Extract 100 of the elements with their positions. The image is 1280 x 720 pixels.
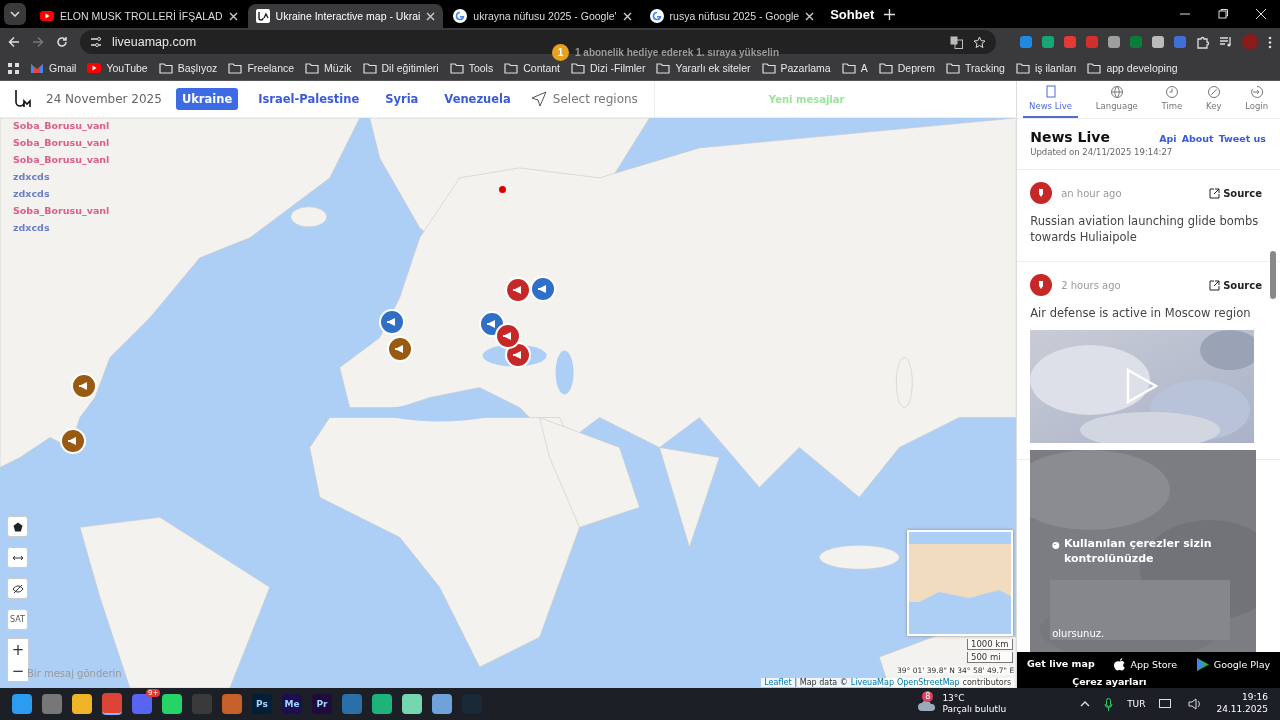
draw-polygon-button[interactable]: [7, 516, 28, 537]
app-tile[interactable]: Me: [282, 694, 302, 714]
bookmark[interactable]: Dil eğitimleri: [362, 62, 439, 74]
reload-icon[interactable]: [56, 36, 68, 48]
chat-username: zdxcds: [13, 188, 51, 199]
speaker-icon[interactable]: [1188, 698, 1203, 710]
panel-tab[interactable]: Time: [1155, 81, 1189, 118]
star-icon[interactable]: [973, 35, 986, 49]
panel-tab[interactable]: Language: [1089, 81, 1144, 118]
site-settings-icon[interactable]: [90, 36, 102, 48]
region-tab[interactable]: Syria: [379, 88, 425, 110]
attribution-text: | Map data ©: [794, 678, 848, 688]
bookmark[interactable]: YouTube: [87, 62, 148, 74]
news-text[interactable]: Russian aviation launching glide bombs towards Huliaipole: [1030, 214, 1262, 246]
source-link[interactable]: Source: [1209, 187, 1262, 199]
app-tile[interactable]: Pr: [312, 694, 332, 714]
bookmark[interactable]: iş ilanları: [1015, 62, 1077, 74]
alert-badge: 8: [922, 691, 934, 702]
region-tab[interactable]: Israel-Palestine: [252, 88, 366, 110]
apps-icon[interactable]: [8, 62, 19, 74]
attribution-link[interactable]: OpenStreetMap: [897, 678, 960, 688]
clock[interactable]: 19:16 24.11.2025: [1216, 692, 1268, 716]
bookmark[interactable]: Tracking: [946, 62, 1005, 74]
chevron-up-icon[interactable]: [1080, 701, 1091, 707]
bookmark[interactable]: Müzik: [305, 62, 352, 74]
chat-title: Sohbet: [829, 6, 876, 22]
extension-icon[interactable]: [1064, 36, 1076, 48]
temperature: 13°C: [942, 693, 966, 704]
browser-tab[interactable]: rusya nüfusu 2025 - Google: [641, 4, 823, 28]
region-tab[interactable]: Ukraine: [175, 88, 239, 110]
bookmark[interactable]: Tools: [449, 62, 494, 74]
language-indicator[interactable]: TUR: [1127, 699, 1146, 709]
source-link[interactable]: Source: [1209, 279, 1262, 291]
megaphone-icon: [386, 317, 398, 327]
megaphone-icon: [486, 319, 498, 329]
panel-link[interactable]: About: [1181, 133, 1214, 144]
extension-icon[interactable]: [1108, 36, 1120, 48]
app-tile[interactable]: Ps: [252, 694, 272, 714]
panel-tab[interactable]: Key: [1200, 81, 1228, 118]
bookmark[interactable]: app developing: [1087, 62, 1178, 74]
app-store-button[interactable]: App Store: [1114, 658, 1178, 672]
app-bar-label: Get live map: [1027, 658, 1095, 670]
attribution-link[interactable]: LiveuaMap: [850, 678, 894, 688]
browser-tab[interactable]: Ukraine Interactive map - Ukrai: [247, 4, 444, 28]
cookie-title: Kullanılan çerezler sizin kontrolünüzde: [1063, 535, 1213, 568]
cookie-icon: [1052, 539, 1060, 551]
bookmark[interactable]: Contant: [504, 62, 560, 74]
panel-tab[interactable]: News Live: [1023, 81, 1079, 118]
measure-button[interactable]: [7, 547, 28, 568]
media-icon[interactable]: [1219, 36, 1232, 48]
tab-list-button[interactable]: [4, 3, 26, 25]
menu-icon[interactable]: [1268, 35, 1272, 49]
bookmark[interactable]: Freelance: [228, 62, 295, 74]
bookmark[interactable]: Gmail: [30, 62, 77, 74]
close-icon[interactable]: [622, 11, 632, 21]
panel-link[interactable]: Tweet us: [1218, 133, 1266, 144]
youtube-icon: [40, 11, 54, 21]
news-text[interactable]: Air defense is active in Moscow region: [1030, 306, 1262, 322]
bookmark[interactable]: Dizi -Filmler: [571, 62, 646, 74]
back-icon[interactable]: [8, 36, 20, 48]
weather-widget[interactable]: 8 13°C Parçalı bulutlu: [918, 693, 1007, 715]
browser-tab[interactable]: ukrayna nüfusu 2025 - Google': [445, 4, 640, 28]
site-logo-icon[interactable]: [14, 89, 32, 109]
puzzle-icon[interactable]: [1196, 35, 1209, 49]
panel-link[interactable]: Api: [1159, 133, 1177, 144]
restore-icon[interactable]: [1218, 9, 1228, 19]
hide-button[interactable]: [7, 578, 28, 599]
scrollbar[interactable]: [1270, 251, 1276, 299]
pentagon-icon: [12, 521, 23, 532]
event-dot[interactable]: [499, 186, 506, 193]
translate-icon[interactable]: [950, 35, 963, 49]
panel-tab[interactable]: Login: [1239, 81, 1275, 118]
new-tab-icon[interactable]: [884, 8, 896, 20]
close-icon[interactable]: [228, 11, 238, 21]
close-icon[interactable]: [426, 11, 436, 21]
google-play-button[interactable]: Google Play: [1196, 658, 1271, 672]
bookmark[interactable]: Deprem: [878, 62, 936, 74]
globe-icon: [1109, 85, 1124, 99]
leaflet-link[interactable]: Leaflet: [764, 678, 792, 688]
microphone-icon[interactable]: [1104, 697, 1114, 711]
play-store-icon: [1196, 658, 1209, 672]
scale-bar: 500 mi: [967, 652, 1013, 663]
bookmark[interactable]: Başlıyoz: [158, 62, 218, 74]
close-icon[interactable]: [1256, 9, 1266, 19]
cookie-settings-link[interactable]: Çerez ayarları: [1072, 676, 1147, 688]
extension-icon[interactable]: [1152, 36, 1164, 48]
chevron-down-icon: [10, 11, 20, 17]
panel-title: News Live: [1030, 129, 1110, 145]
extension-icon[interactable]: [1020, 36, 1032, 48]
select-regions-button[interactable]: Select regions: [530, 81, 655, 117]
close-icon[interactable]: [805, 11, 815, 21]
layer-button[interactable]: SAT: [7, 609, 28, 630]
bookmark[interactable]: Pazarlama: [761, 62, 831, 74]
region-tab[interactable]: Venezuela: [438, 88, 517, 110]
extension-icon[interactable]: [1042, 36, 1054, 48]
youtube-icon: [87, 63, 102, 73]
news-time: 2 hours ago: [1061, 279, 1122, 291]
bookmark[interactable]: Yararlı ek siteler: [656, 62, 751, 74]
bookmark[interactable]: A: [841, 62, 868, 74]
browser-tab[interactable]: ELON MUSK TROLLERİ İFŞALAD: [32, 4, 246, 28]
